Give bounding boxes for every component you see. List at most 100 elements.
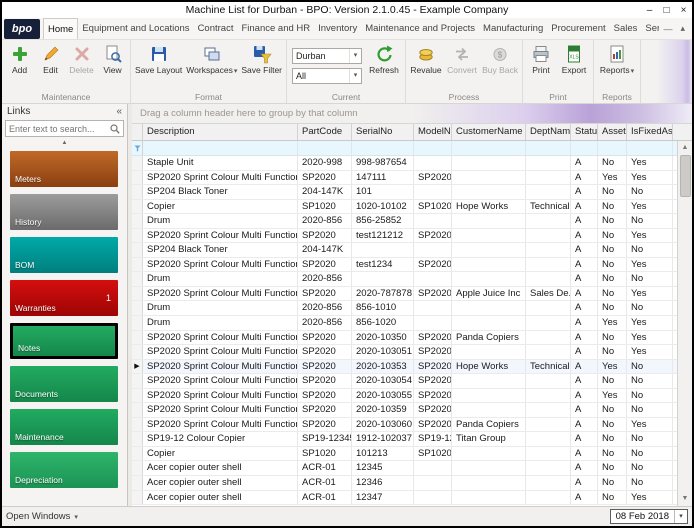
- minimize-button[interactable]: –: [641, 3, 658, 18]
- cell-customername: [452, 258, 526, 272]
- filter-cell-isfixedasset[interactable]: [627, 141, 673, 155]
- tab-sales[interactable]: Sales: [610, 18, 642, 39]
- buy-back-button[interactable]: $ Buy Back: [480, 41, 520, 91]
- convert-button[interactable]: Convert: [444, 41, 480, 91]
- cell-isfixedasset: Yes: [627, 345, 673, 359]
- column-header-asset[interactable]: Asset: [598, 124, 627, 140]
- filter-cell-asset[interactable]: [598, 141, 627, 155]
- column-header-isfixedasset[interactable]: IsFixedAsset: [627, 124, 673, 140]
- workspaces-button[interactable]: Workspaces▾: [184, 41, 239, 91]
- save-filter-button[interactable]: Save Filter: [239, 41, 284, 91]
- column-header-serialno[interactable]: SerialNo: [352, 124, 414, 140]
- cell-isfixedasset: Yes: [627, 287, 673, 301]
- tab-contract[interactable]: Contract: [194, 18, 238, 39]
- export-button[interactable]: XLS Export: [557, 41, 591, 91]
- open-windows-button[interactable]: Open Windows ▾: [6, 511, 78, 522]
- table-row[interactable]: CopierSP10201020-10102SP1020Hope WorksTe…: [132, 200, 692, 215]
- scroll-up-icon[interactable]: ▲: [678, 141, 692, 155]
- column-header-partcode[interactable]: PartCode: [298, 124, 352, 140]
- reports-button[interactable]: Reports▾: [596, 41, 638, 91]
- filter-cell-serialno[interactable]: [352, 141, 414, 155]
- table-row[interactable]: ▶SP2020 Sprint Colour Multi Functional C…: [132, 360, 692, 375]
- table-row[interactable]: SP204 Black Toner204-147K101ANoNo: [132, 185, 692, 200]
- scroll-down-icon[interactable]: ▼: [678, 492, 692, 506]
- table-row[interactable]: SP2020 Sprint Colour Multi Functional Co…: [132, 374, 692, 389]
- filter-cell-customername[interactable]: [452, 141, 526, 155]
- tab-maintenance-and-projects[interactable]: Maintenance and Projects: [361, 18, 479, 39]
- collapse-sidebar-icon[interactable]: «: [116, 106, 122, 117]
- tab-finance-and-hr[interactable]: Finance and HR: [237, 18, 314, 39]
- column-header-deptname[interactable]: DeptName: [526, 124, 571, 140]
- date-picker[interactable]: 08 Feb 2018 ▾: [610, 509, 688, 524]
- tab-inventory[interactable]: Inventory: [314, 18, 361, 39]
- table-row[interactable]: SP2020 Sprint Colour Multi Functional Co…: [132, 229, 692, 244]
- table-row[interactable]: Acer copier outer shellACR-0112347ANoYes: [132, 491, 692, 506]
- maximize-button[interactable]: □: [658, 3, 675, 18]
- delete-button[interactable]: Delete: [66, 41, 97, 91]
- tab-service[interactable]: Service: [641, 18, 659, 39]
- vertical-scrollbar[interactable]: ▲ ▼: [677, 141, 692, 506]
- table-row[interactable]: SP2020 Sprint Colour Multi Functional Co…: [132, 403, 692, 418]
- cell-description: SP2020 Sprint Colour Multi Functional Co…: [143, 345, 298, 359]
- column-header-description[interactable]: Description: [143, 124, 298, 140]
- cell-asset: No: [598, 418, 627, 432]
- add-button[interactable]: Add: [4, 41, 35, 91]
- table-row[interactable]: SP2020 Sprint Colour Multi Functional Co…: [132, 418, 692, 433]
- close-button[interactable]: ×: [675, 3, 692, 18]
- sidebar-item-depreciation[interactable]: Depreciation: [10, 452, 118, 488]
- site-select[interactable]: Durban ▾: [292, 48, 362, 64]
- table-row[interactable]: SP2020 Sprint Colour Multi Functional Co…: [132, 287, 692, 302]
- table-row[interactable]: SP2020 Sprint Colour Multi Functional Co…: [132, 345, 692, 360]
- ribbon-minimize-icon[interactable]: —: [659, 24, 676, 34]
- table-row[interactable]: SP19-12 Colour CopierSP19-1234561912-102…: [132, 432, 692, 447]
- column-header-modelno[interactable]: ModelNo: [414, 124, 452, 140]
- table-row[interactable]: SP2020 Sprint Colour Multi Functional Co…: [132, 331, 692, 346]
- save-layout-button[interactable]: Save Layout: [133, 41, 184, 91]
- cell-customername: Hope Works: [452, 360, 526, 374]
- edit-button[interactable]: Edit: [35, 41, 66, 91]
- sidebar-item-notes[interactable]: Notes: [10, 323, 118, 359]
- cell-isfixedasset: No: [627, 476, 673, 490]
- table-row[interactable]: SP204 Black Toner204-147KANoNo: [132, 243, 692, 258]
- revalue-button[interactable]: Revalue: [408, 41, 444, 91]
- sidebar-item-documents[interactable]: Documents: [10, 366, 118, 402]
- table-row[interactable]: Staple Unit2020-998998-987654ANoYes: [132, 156, 692, 171]
- sidebar-item-history[interactable]: History: [10, 194, 118, 230]
- sidebar-scroll-up[interactable]: ▲: [2, 139, 127, 148]
- tab-equipment-and-locations[interactable]: Equipment and Locations: [78, 18, 193, 39]
- column-header-status[interactable]: Status: [571, 124, 598, 140]
- cell-modelno: SP2020: [414, 360, 452, 374]
- table-row[interactable]: CopierSP1020101213SP1020ANoNo: [132, 447, 692, 462]
- table-row[interactable]: SP2020 Sprint Colour Multi Functional Co…: [132, 171, 692, 186]
- view-button[interactable]: View: [97, 41, 128, 91]
- refresh-button[interactable]: Refresh: [365, 41, 403, 91]
- tab-home[interactable]: Home: [43, 18, 78, 39]
- table-row[interactable]: Acer copier outer shellACR-0112346ANoNo: [132, 476, 692, 491]
- ribbon-collapse-icon[interactable]: ▴: [676, 23, 689, 34]
- scrollbar-thumb[interactable]: [680, 155, 691, 197]
- table-row[interactable]: SP2020 Sprint Colour Multi Functional Co…: [132, 389, 692, 404]
- column-header-customername[interactable]: CustomerName: [452, 124, 526, 140]
- filter-cell-description[interactable]: [143, 141, 298, 155]
- sidebar-item-maintenance[interactable]: Maintenance: [10, 409, 118, 445]
- table-row[interactable]: Acer copier outer shellACR-0112345ANoNo: [132, 461, 692, 476]
- table-row[interactable]: Drum2020-856856-25852ANoNo: [132, 214, 692, 229]
- table-row[interactable]: Drum2020-856856-1010ANoNo: [132, 301, 692, 316]
- filter-select[interactable]: All ▾: [292, 68, 362, 84]
- sidebar-item-warranties[interactable]: Warranties1: [10, 280, 118, 316]
- table-row[interactable]: SP2020 Sprint Colour Multi Functional Co…: [132, 258, 692, 273]
- open-windows-label: Open Windows: [6, 511, 70, 522]
- tab-procurement[interactable]: Procurement: [547, 18, 609, 39]
- tab-manufacturing[interactable]: Manufacturing: [479, 18, 547, 39]
- search-input[interactable]: [6, 124, 110, 134]
- filter-cell-modelno[interactable]: [414, 141, 452, 155]
- sidebar-item-meters[interactable]: Meters: [10, 151, 118, 187]
- cell-isfixedasset: Yes: [627, 171, 673, 185]
- table-row[interactable]: Drum2020-856856-1020AYesYes: [132, 316, 692, 331]
- filter-cell-partcode[interactable]: [298, 141, 352, 155]
- filter-cell-status[interactable]: [571, 141, 598, 155]
- table-row[interactable]: Drum2020-856ANoNo: [132, 272, 692, 287]
- sidebar-item-bom[interactable]: BOM: [10, 237, 118, 273]
- filter-cell-deptname[interactable]: [526, 141, 571, 155]
- print-button[interactable]: Print: [525, 41, 557, 91]
